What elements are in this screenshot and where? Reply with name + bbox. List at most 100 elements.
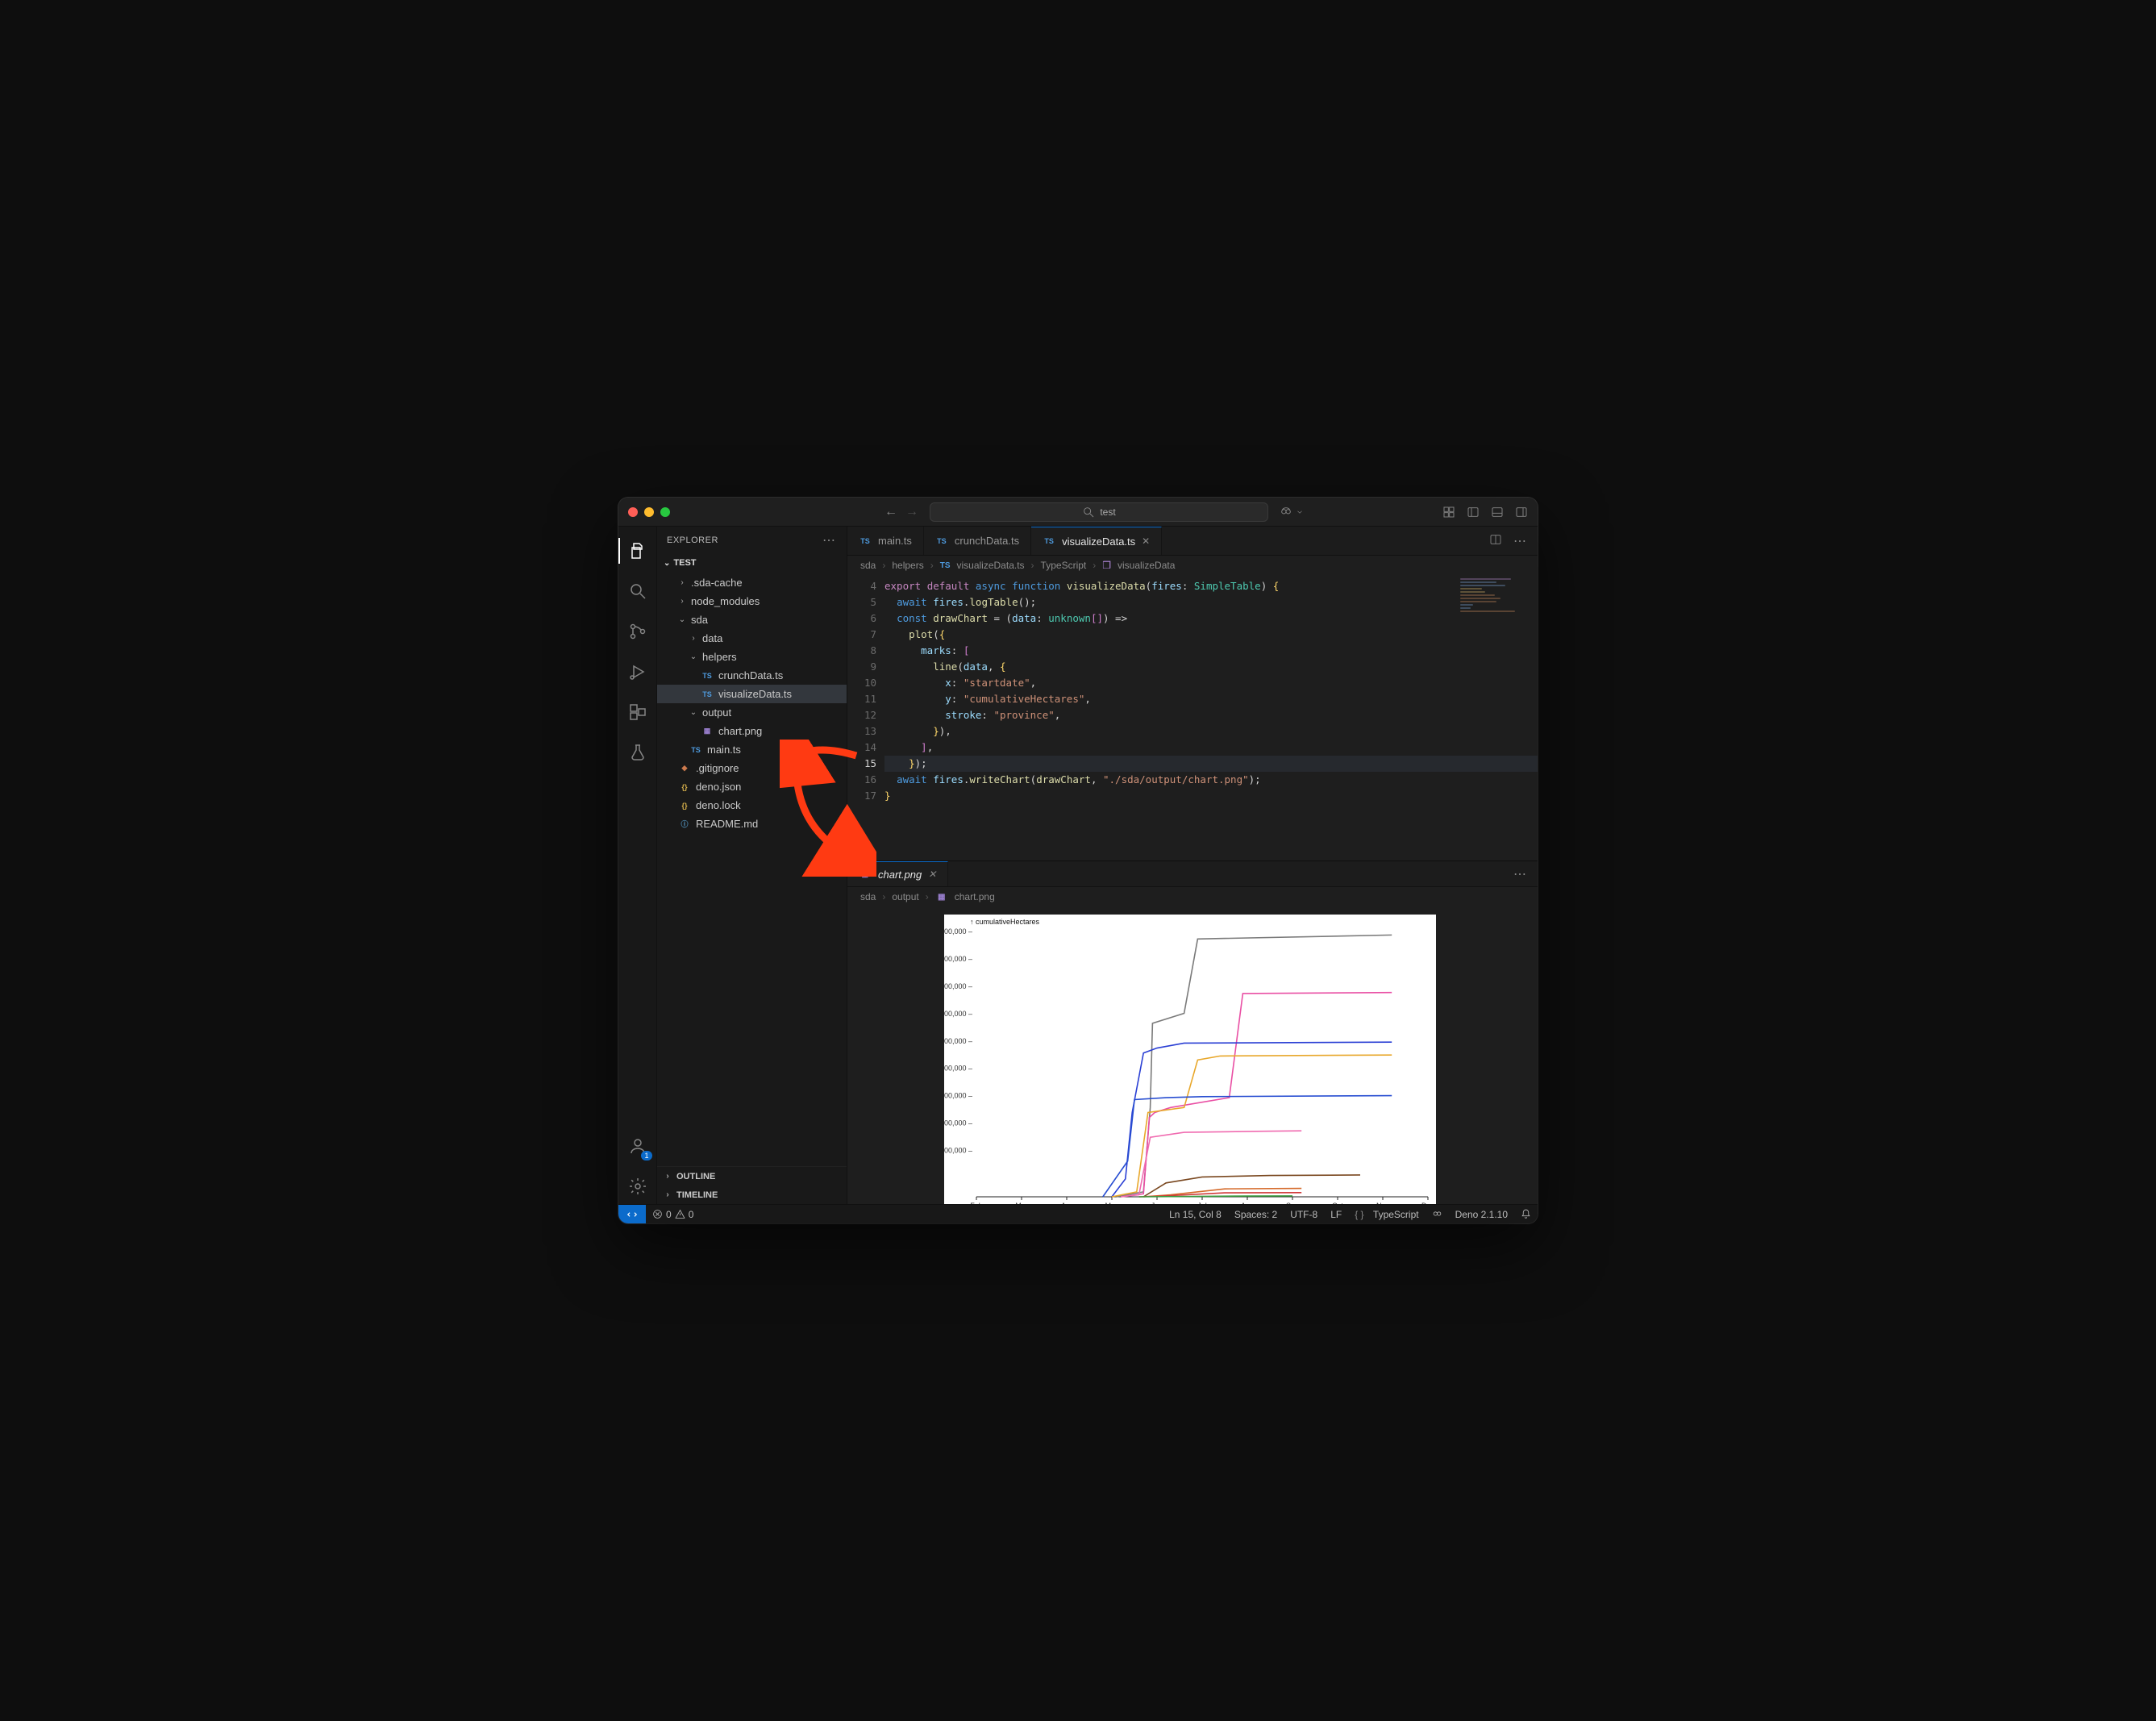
activity-accounts[interactable]: 1 bbox=[618, 1128, 657, 1164]
problems-status[interactable]: 0 0 bbox=[646, 1209, 700, 1220]
notifications[interactable] bbox=[1514, 1209, 1538, 1220]
tab-label: crunchData.ts bbox=[955, 535, 1019, 547]
svg-text:Jun: Jun bbox=[1151, 1202, 1163, 1204]
more-icon[interactable]: ⋯ bbox=[1513, 533, 1528, 549]
file-deno-json[interactable]: {}deno.json bbox=[657, 777, 847, 796]
tab-label: chart.png bbox=[878, 869, 922, 881]
svg-text:00,000 –: 00,000 – bbox=[944, 982, 972, 990]
folder-sda[interactable]: ⌄sda bbox=[657, 610, 847, 629]
copilot-menu[interactable] bbox=[1280, 506, 1304, 519]
minimap[interactable] bbox=[1460, 578, 1533, 643]
file-visualizedata[interactable]: TSvisualizeData.ts bbox=[657, 685, 847, 703]
explorer-sidebar: EXPLORER ⋯ ⌄ TEST ›.sda-cache ›node_modu… bbox=[657, 527, 847, 1204]
more-icon[interactable]: ⋯ bbox=[1513, 866, 1528, 882]
close-icon[interactable]: ✕ bbox=[928, 869, 936, 880]
svg-text:Feb: Feb bbox=[970, 1202, 983, 1204]
explorer-title: EXPLORER ⋯ bbox=[657, 527, 847, 554]
layout-grid-icon[interactable] bbox=[1442, 506, 1455, 519]
json-icon: {} bbox=[678, 781, 691, 794]
folder-node-modules[interactable]: ›node_modules bbox=[657, 592, 847, 610]
close-icon[interactable]: ✕ bbox=[1142, 535, 1150, 547]
minimize-window-button[interactable] bbox=[644, 507, 654, 517]
activity-search[interactable] bbox=[618, 573, 657, 609]
bc-symbol: visualizeData bbox=[1118, 560, 1175, 571]
eol-status[interactable]: LF bbox=[1324, 1209, 1348, 1220]
activity-source-control[interactable] bbox=[618, 614, 657, 649]
bc-output: output bbox=[892, 891, 918, 902]
bc-file: visualizeData.ts bbox=[957, 560, 1025, 571]
outline-section[interactable]: ›OUTLINE bbox=[657, 1167, 847, 1186]
explorer-root-label: TEST bbox=[673, 558, 696, 568]
cursor-position[interactable]: Ln 15, Col 8 bbox=[1163, 1209, 1228, 1220]
warning-icon bbox=[675, 1209, 685, 1219]
language-mode[interactable]: { } TypeScript bbox=[1348, 1209, 1425, 1220]
remote-indicator[interactable] bbox=[618, 1205, 646, 1224]
maximize-window-button[interactable] bbox=[660, 507, 670, 517]
preview-tabs: ▦ chart.png ✕ ⋯ bbox=[847, 861, 1538, 887]
ts-icon: TS bbox=[701, 688, 714, 701]
folder-output[interactable]: ⌄output bbox=[657, 703, 847, 722]
history-nav: ← → bbox=[884, 505, 918, 519]
file-main-ts[interactable]: TSmain.ts bbox=[657, 740, 847, 759]
error-count: 0 bbox=[666, 1209, 672, 1220]
timeline-section[interactable]: ›TIMELINE bbox=[657, 1186, 847, 1204]
activity-explorer[interactable] bbox=[618, 533, 657, 569]
git-icon: ◆ bbox=[678, 762, 691, 775]
image-icon: ▦ bbox=[701, 725, 714, 738]
tab-visualize[interactable]: TSvisualizeData.ts✕ bbox=[1031, 527, 1162, 555]
close-window-button[interactable] bbox=[628, 507, 638, 517]
file-tree: ›.sda-cache ›node_modules ⌄sda ›data ⌄he… bbox=[657, 572, 847, 838]
indentation-status[interactable]: Spaces: 2 bbox=[1228, 1209, 1284, 1220]
explorer-title-label: EXPLORER bbox=[667, 535, 718, 545]
image-icon: ▦ bbox=[935, 890, 948, 903]
split-editor-icon[interactable] bbox=[1489, 533, 1502, 548]
preview-breadcrumb[interactable]: sda› output› ▦ chart.png bbox=[847, 887, 1538, 906]
file-gitignore[interactable]: ◆.gitignore bbox=[657, 759, 847, 777]
back-arrow-icon[interactable]: ← bbox=[884, 505, 897, 519]
image-icon: ▦ bbox=[859, 868, 872, 881]
json-icon: {} bbox=[678, 799, 691, 812]
folder-helpers[interactable]: ⌄helpers bbox=[657, 648, 847, 666]
window-controls bbox=[628, 507, 670, 517]
preview-panel: ▦ chart.png ✕ ⋯ sda› output› ▦ chart.png bbox=[847, 861, 1538, 1204]
explorer-root-header[interactable]: ⌄ TEST bbox=[657, 554, 847, 572]
tab-main[interactable]: TSmain.ts bbox=[847, 527, 924, 555]
file-chart-png[interactable]: ▦chart.png bbox=[657, 722, 847, 740]
activity-run-debug[interactable] bbox=[618, 654, 657, 690]
activity-testing[interactable] bbox=[618, 735, 657, 770]
image-preview[interactable]: 00,000 –00,000 –00,000 –00,000 –00,000 –… bbox=[847, 906, 1538, 1204]
file-crunchdata[interactable]: TScrunchData.ts bbox=[657, 666, 847, 685]
tab-crunch[interactable]: TScrunchData.ts bbox=[924, 527, 1031, 555]
toggle-secondary-sidebar-icon[interactable] bbox=[1515, 506, 1528, 519]
toggle-primary-sidebar-icon[interactable] bbox=[1467, 506, 1480, 519]
status-bar: 0 0 Ln 15, Col 8 Spaces: 2 UTF-8 LF { } … bbox=[618, 1204, 1538, 1223]
folder-sda-cache[interactable]: ›.sda-cache bbox=[657, 573, 847, 592]
search-icon bbox=[1082, 506, 1095, 519]
editor-breadcrumb[interactable]: sda› helpers› TSvisualizeData.ts› TypeSc… bbox=[847, 556, 1538, 575]
toggle-panel-icon[interactable] bbox=[1491, 506, 1504, 519]
forward-arrow-icon[interactable]: → bbox=[905, 505, 918, 519]
explorer-bottom-sections: ›OUTLINE ›TIMELINE bbox=[657, 1166, 847, 1204]
svg-text:Nov: Nov bbox=[1376, 1202, 1390, 1204]
activity-extensions[interactable] bbox=[618, 694, 657, 730]
bell-icon bbox=[1521, 1209, 1531, 1219]
editor-area: TSmain.ts TScrunchData.ts TSvisualizeDat… bbox=[847, 527, 1538, 1204]
copilot-icon bbox=[1280, 506, 1292, 519]
encoding-status[interactable]: UTF-8 bbox=[1284, 1209, 1324, 1220]
file-deno-lock[interactable]: {}deno.lock bbox=[657, 796, 847, 815]
bc-lang: TypeScript bbox=[1041, 560, 1087, 571]
folder-data[interactable]: ›data bbox=[657, 629, 847, 648]
timeline-label: TIMELINE bbox=[676, 1190, 718, 1200]
runtime-status[interactable]: Deno 2.1.10 bbox=[1449, 1209, 1514, 1220]
chevron-down-icon: ⌄ bbox=[664, 559, 670, 568]
ts-icon: TS bbox=[1043, 535, 1055, 548]
code-editor[interactable]: 4567891011121314151617 export default as… bbox=[847, 575, 1538, 860]
svg-text:00,000 –: 00,000 – bbox=[944, 955, 972, 963]
command-center[interactable]: test bbox=[930, 502, 1268, 522]
vscode-window: ← → test 1 bbox=[618, 498, 1538, 1223]
tab-chart-png[interactable]: ▦ chart.png ✕ bbox=[847, 861, 948, 886]
explorer-more-icon[interactable]: ⋯ bbox=[822, 532, 837, 548]
copilot-status[interactable] bbox=[1426, 1209, 1449, 1220]
file-readme[interactable]: ⓘREADME.md bbox=[657, 815, 847, 833]
activity-settings[interactable] bbox=[618, 1169, 657, 1204]
